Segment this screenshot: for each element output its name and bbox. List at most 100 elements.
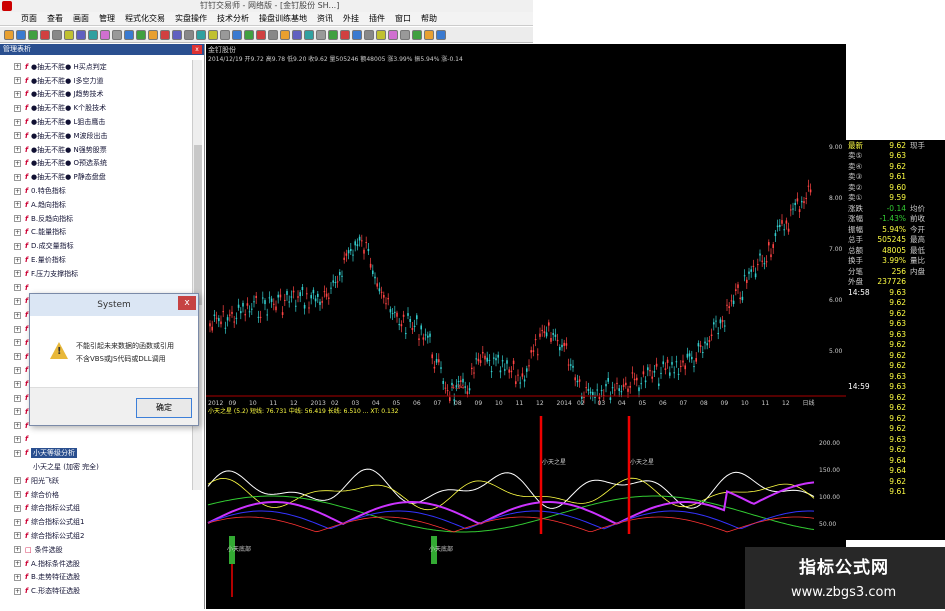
toolbar-icon[interactable]: [112, 29, 122, 40]
expand-icon[interactable]: +: [14, 353, 21, 361]
menu-item-11[interactable]: 窗口: [390, 13, 416, 24]
toolbar-icon[interactable]: [352, 29, 362, 40]
expand-icon[interactable]: +: [14, 587, 21, 595]
expand-icon[interactable]: +: [14, 518, 21, 526]
expand-icon[interactable]: +: [14, 339, 21, 347]
expand-icon[interactable]: +: [14, 159, 21, 167]
tree-item[interactable]: + f A.指标条件选股: [0, 557, 192, 571]
expand-icon[interactable]: +: [14, 284, 21, 292]
tree-item[interactable]: + f F.压力支撑指标: [0, 267, 192, 281]
tree-item[interactable]: + f ●抽无不胜● N强势股票: [0, 143, 192, 157]
expand-icon[interactable]: +: [14, 228, 21, 236]
tree-item[interactable]: + f ●抽无不胜● J趋势技术: [0, 88, 192, 102]
toolbar-icon[interactable]: [64, 29, 74, 40]
dialog-close-button[interactable]: x: [178, 296, 196, 310]
expand-icon[interactable]: +: [14, 256, 21, 264]
toolbar-icon[interactable]: [436, 29, 446, 40]
toolbar-icon[interactable]: [316, 29, 326, 40]
tree-item[interactable]: + f B.走势特征选股: [0, 570, 192, 584]
expand-icon[interactable]: +: [14, 77, 21, 85]
toolbar-icon[interactable]: [412, 29, 422, 40]
tree-item[interactable]: + f 阳光飞跃: [0, 474, 192, 488]
expand-icon[interactable]: +: [14, 449, 21, 457]
toolbar-icon[interactable]: [196, 29, 206, 40]
expand-icon[interactable]: +: [14, 63, 21, 71]
expand-icon[interactable]: +: [14, 477, 21, 485]
tree-item[interactable]: + f ●抽无不胜● H买点判定: [0, 60, 192, 74]
menu-item-2[interactable]: 画面: [68, 13, 94, 24]
toolbar-icon[interactable]: [328, 29, 338, 40]
tree-item[interactable]: + f ●抽无不胜● M波段出击: [0, 129, 192, 143]
toolbar-icon[interactable]: [124, 29, 134, 40]
expand-icon[interactable]: +: [14, 242, 21, 250]
tree-item[interactable]: + f 小天等级分析: [0, 446, 192, 460]
expand-icon[interactable]: +: [14, 297, 21, 305]
panel-close-button[interactable]: x: [192, 45, 202, 54]
tree-item[interactable]: + f ●抽无不胜● I多空力道: [0, 74, 192, 88]
tree-item[interactable]: + f ●抽无不胜● O预选系统: [0, 157, 192, 171]
menu-item-7[interactable]: 操盘训练基地: [254, 13, 312, 24]
toolbar-icon[interactable]: [136, 29, 146, 40]
menu-item-10[interactable]: 插件: [364, 13, 390, 24]
menu-item-5[interactable]: 实盘操作: [170, 13, 212, 24]
expand-icon[interactable]: +: [14, 270, 21, 278]
toolbar-icon[interactable]: [172, 29, 182, 40]
toolbar-icon[interactable]: [256, 29, 266, 40]
menu-item-8[interactable]: 资讯: [312, 13, 338, 24]
menu-item-3[interactable]: 管理: [94, 13, 120, 24]
expand-icon[interactable]: +: [14, 380, 21, 388]
toolbar-icon[interactable]: [244, 29, 254, 40]
expand-icon[interactable]: +: [14, 408, 21, 416]
toolbar-icon[interactable]: [88, 29, 98, 40]
expand-icon[interactable]: +: [14, 215, 21, 223]
menu-item-6[interactable]: 技术分析: [212, 13, 254, 24]
expand-icon[interactable]: +: [14, 187, 21, 195]
tree-item[interactable]: + f E.量价指标: [0, 253, 192, 267]
toolbar-icon[interactable]: [28, 29, 38, 40]
expand-icon[interactable]: +: [14, 560, 21, 568]
toolbar-icon[interactable]: [400, 29, 410, 40]
expand-icon[interactable]: +: [14, 118, 21, 126]
tree-item[interactable]: + □ 条件选股: [0, 543, 192, 557]
toolbar-icon[interactable]: [376, 29, 386, 40]
toolbar-icon[interactable]: [184, 29, 194, 40]
tree-item[interactable]: + f 综合指标公式组2: [0, 529, 192, 543]
expand-icon[interactable]: +: [14, 90, 21, 98]
expand-icon[interactable]: +: [14, 146, 21, 154]
toolbar-icon[interactable]: [52, 29, 62, 40]
toolbar-icon[interactable]: [40, 29, 50, 40]
tree-item[interactable]: + f 0.特色指标: [0, 184, 192, 198]
toolbar-icon[interactable]: [220, 29, 230, 40]
expand-icon[interactable]: +: [14, 394, 21, 402]
kline-chart-area[interactable]: 金钉股份 2014/12/19 开9.72 高9.78 低9.20 收9.62 量…: [206, 44, 846, 609]
expand-icon[interactable]: +: [14, 435, 21, 443]
tree-item[interactable]: + f C.能量指标: [0, 226, 192, 240]
expand-icon[interactable]: +: [14, 491, 21, 499]
tree-item[interactable]: + f ●抽无不胜● L狙击鹰击: [0, 115, 192, 129]
expand-icon[interactable]: +: [14, 504, 21, 512]
tree-item[interactable]: + f 综合指标公式组1: [0, 515, 192, 529]
tree-item[interactable]: + f 综合价格: [0, 488, 192, 502]
toolbar-icon[interactable]: [16, 29, 26, 40]
menu-item-9[interactable]: 外挂: [338, 13, 364, 24]
tree-item[interactable]: + f B.反趋向指标: [0, 212, 192, 226]
tree-item[interactable]: + f: [0, 433, 192, 447]
toolbar-icon[interactable]: [160, 29, 170, 40]
toolbar-icon[interactable]: [388, 29, 398, 40]
toolbar-icon[interactable]: [4, 29, 14, 40]
toolbar-icon[interactable]: [424, 29, 434, 40]
tree-item[interactable]: +小天之星 (加密 完全): [0, 460, 192, 474]
toolbar-icon[interactable]: [232, 29, 242, 40]
expand-icon[interactable]: +: [14, 546, 21, 554]
tree-item[interactable]: + f D.成交量指标: [0, 239, 192, 253]
expand-icon[interactable]: +: [14, 422, 21, 430]
toolbar-icon[interactable]: [340, 29, 350, 40]
toolbar-icon[interactable]: [304, 29, 314, 40]
scrollbar-thumb[interactable]: [194, 145, 202, 305]
menu-item-0[interactable]: 页面: [16, 13, 42, 24]
toolbar-icon[interactable]: [100, 29, 110, 40]
expand-icon[interactable]: +: [14, 173, 21, 181]
expand-icon[interactable]: +: [14, 132, 21, 140]
menu-item-1[interactable]: 查看: [42, 13, 68, 24]
expand-icon[interactable]: +: [14, 573, 21, 581]
